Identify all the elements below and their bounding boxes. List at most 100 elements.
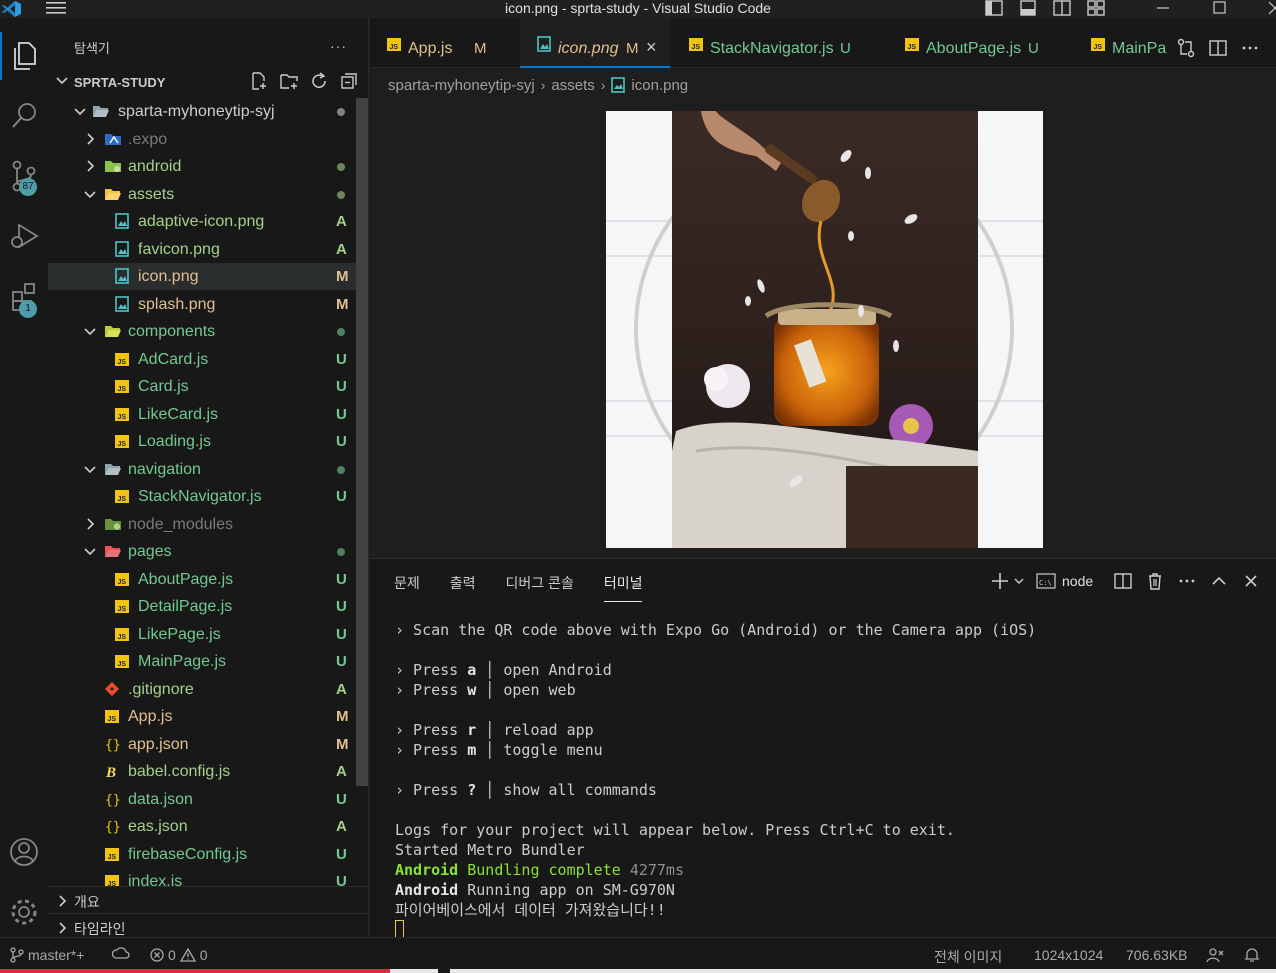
modified-indicator bbox=[337, 190, 345, 199]
tree-file[interactable]: adaptive-icon.png A bbox=[48, 208, 356, 235]
editor-tab[interactable]: JS App.js M bbox=[370, 18, 518, 68]
folder-pages-open-icon bbox=[104, 543, 121, 559]
editor-tab[interactable]: JS AboutPage.js U bbox=[888, 18, 1072, 68]
tree-file[interactable]: .gitignore A bbox=[48, 676, 356, 703]
activity-accounts[interactable] bbox=[0, 828, 48, 876]
activity-explorer[interactable] bbox=[0, 32, 48, 80]
chevron-down-icon[interactable] bbox=[1014, 576, 1024, 586]
refresh-icon[interactable] bbox=[310, 72, 328, 90]
js-icon: JS bbox=[114, 571, 130, 587]
tree-file[interactable]: icon.png M bbox=[48, 263, 356, 290]
tree-item-label: firebaseConfig.js bbox=[128, 845, 248, 863]
workspace-header[interactable]: SPRTA-STUDY bbox=[48, 70, 368, 94]
babel-icon: B bbox=[104, 763, 120, 781]
tree-file[interactable]: JS AdCard.js U bbox=[48, 346, 356, 373]
panel-tab-terminal[interactable]: 터미널 bbox=[603, 573, 643, 602]
tree-folder[interactable]: navigation bbox=[48, 456, 356, 483]
collapse-all-icon[interactable] bbox=[340, 72, 358, 90]
tree-file[interactable]: JS index.js U bbox=[48, 868, 356, 886]
tree-file[interactable]: splash.png M bbox=[48, 291, 356, 318]
breadcrumb-item[interactable]: sparta-myhoneytip-syj bbox=[388, 77, 535, 94]
tree-folder[interactable]: .expo bbox=[48, 126, 356, 153]
explorer-more-actions[interactable]: ··· bbox=[330, 38, 347, 54]
modified-indicator bbox=[337, 328, 345, 336]
timeline-section[interactable]: 타임라인 bbox=[48, 913, 368, 940]
tab-label: icon.png bbox=[558, 40, 619, 57]
customize-layout-icon[interactable] bbox=[1086, 0, 1106, 16]
tree-file[interactable]: Bbabel.config.js A bbox=[48, 758, 356, 785]
panel-tab-problems[interactable]: 문제 bbox=[394, 573, 420, 602]
tree-file[interactable]: favicon.png A bbox=[48, 236, 356, 263]
split-editor-icon[interactable] bbox=[1208, 38, 1228, 58]
sync-status[interactable] bbox=[112, 947, 130, 961]
close-tab-icon[interactable]: × bbox=[646, 38, 657, 56]
tree-folder[interactable]: android bbox=[48, 153, 356, 180]
new-terminal-icon[interactable] bbox=[990, 571, 1010, 591]
maximize-icon[interactable] bbox=[1206, 0, 1232, 16]
toggle-panel-icon[interactable] bbox=[1018, 0, 1038, 16]
tree-item-label: app.json bbox=[128, 735, 189, 753]
branch-status[interactable]: master*+ bbox=[10, 947, 84, 963]
tree-file[interactable]: JS Card.js U bbox=[48, 373, 356, 400]
image-zoom-mode[interactable]: 전체 이미지 bbox=[934, 947, 1002, 967]
terminal-output[interactable]: › Scan the QR code above with Expo Go (A… bbox=[395, 620, 1036, 940]
tree-folder[interactable]: node_modules bbox=[48, 511, 356, 538]
activity-search[interactable] bbox=[0, 92, 48, 140]
folder-android-icon bbox=[104, 158, 121, 174]
tree-folder[interactable]: assets bbox=[48, 181, 356, 208]
tree-file[interactable]: JS App.js M bbox=[48, 703, 356, 730]
tree-item-label: index.js bbox=[128, 873, 183, 886]
tree-file[interactable]: JS DetailPage.js U bbox=[48, 593, 356, 620]
tree-file[interactable]: JS MainPage.js U bbox=[48, 648, 356, 675]
tree-file[interactable]: {} app.json M bbox=[48, 731, 356, 758]
activity-extensions[interactable]: 1 bbox=[0, 272, 48, 320]
panel-tab-output[interactable]: 출력 bbox=[450, 573, 476, 602]
activity-run-debug[interactable] bbox=[0, 212, 48, 260]
minimize-icon[interactable] bbox=[1150, 0, 1176, 16]
editor-tab[interactable]: icon.png M × bbox=[520, 18, 670, 68]
chevron-right-icon bbox=[87, 517, 95, 530]
panel-tab-debug-console[interactable]: 디버그 콘솔 bbox=[506, 573, 574, 602]
image-preview[interactable] bbox=[606, 111, 1043, 548]
terminal-selector[interactable]: C:\ node bbox=[1036, 573, 1093, 589]
tree-file[interactable]: JS Loading.js U bbox=[48, 428, 356, 455]
tree-folder[interactable]: sparta-myhoneytip-syj bbox=[48, 98, 356, 125]
git-status-badge: U bbox=[336, 625, 347, 643]
tree-file[interactable]: JS AboutPage.js U bbox=[48, 566, 356, 593]
split-terminal-icon[interactable] bbox=[1113, 571, 1133, 591]
problems-status[interactable]: 0 0 bbox=[150, 947, 208, 963]
git-status-badge: U bbox=[336, 570, 347, 588]
chevron-right-icon: › bbox=[600, 77, 606, 93]
tree-item-label: LikePage.js bbox=[138, 625, 221, 643]
tree-file[interactable]: {} eas.json A bbox=[48, 813, 356, 840]
more-actions-icon[interactable] bbox=[1177, 571, 1197, 591]
editor-tab[interactable]: JS StackNavigator.js U bbox=[672, 18, 886, 68]
activity-settings[interactable] bbox=[0, 888, 48, 936]
trash-icon[interactable] bbox=[1145, 571, 1165, 591]
activity-source-control[interactable]: 87 bbox=[0, 152, 48, 200]
status-bar: master*+ 0 0 전체 이미지 1024x1024 706.63KB bbox=[0, 937, 1276, 973]
toggle-primary-sidebar-icon[interactable] bbox=[984, 0, 1004, 16]
close-window-icon[interactable] bbox=[1262, 0, 1276, 16]
breadcrumb-item[interactable]: icon.png bbox=[631, 77, 688, 94]
tree-file[interactable]: JS LikePage.js U bbox=[48, 621, 356, 648]
close-panel-icon[interactable] bbox=[1241, 571, 1261, 591]
notifications-status[interactable] bbox=[1244, 947, 1260, 963]
tree-file[interactable]: JS LikeCard.js U bbox=[48, 401, 356, 428]
tree-folder[interactable]: components bbox=[48, 318, 356, 345]
tree-folder[interactable]: pages bbox=[48, 538, 356, 565]
toggle-secondary-sidebar-icon[interactable] bbox=[1052, 0, 1072, 16]
more-actions-icon[interactable] bbox=[1240, 38, 1260, 58]
outline-section[interactable]: 개요 bbox=[48, 886, 368, 913]
sidebar-scrollbar[interactable] bbox=[356, 98, 368, 786]
tree-file[interactable]: JS StackNavigator.js U bbox=[48, 483, 356, 510]
tree-file[interactable]: {} data.json U bbox=[48, 786, 356, 813]
new-file-icon[interactable] bbox=[250, 72, 268, 90]
feedback-status[interactable] bbox=[1206, 947, 1224, 963]
editor-tab[interactable]: JS MainPa bbox=[1074, 18, 1184, 68]
timeline-label: 타임라인 bbox=[74, 921, 126, 937]
breadcrumb-item[interactable]: assets bbox=[551, 77, 594, 94]
tree-file[interactable]: JS firebaseConfig.js U bbox=[48, 841, 356, 868]
new-folder-icon[interactable] bbox=[280, 72, 298, 90]
chevron-up-icon[interactable] bbox=[1209, 571, 1229, 591]
